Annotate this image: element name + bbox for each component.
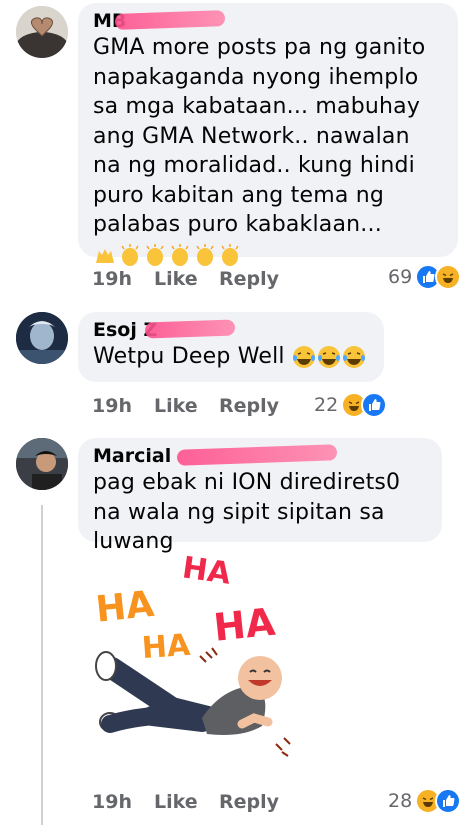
redaction-mark	[114, 10, 226, 30]
reaction-summary[interactable]: 22	[314, 392, 388, 418]
reaction-count: 28	[388, 790, 413, 812]
reply-button[interactable]: Reply	[219, 395, 279, 417]
comment-bubble: Esoj Z Wetpu Deep Well	[78, 312, 384, 382]
comment-actions: 19h Like Reply	[92, 268, 279, 290]
reply-button[interactable]: Reply	[219, 268, 279, 290]
character-avatar-icon	[16, 312, 68, 364]
clapping-hands-icon	[121, 243, 139, 266]
tears-of-joy-icon	[342, 346, 365, 368]
svg-text:HA: HA	[94, 584, 156, 631]
svg-text:HA: HA	[141, 628, 192, 666]
comment-author[interactable]: Marcial	[93, 444, 428, 468]
reaction-count: 22	[314, 394, 339, 416]
svg-text:HA: HA	[212, 600, 278, 650]
tears-of-joy-icon	[292, 346, 315, 368]
haha-sticker[interactable]: HA HA HA HA	[92, 548, 292, 770]
clapping-hands-icon	[171, 243, 189, 266]
laughing-character-sticker-icon: HA HA HA HA	[94, 550, 291, 757]
comment-bubble: MB GMA more posts pa ng ganito napakagan…	[78, 3, 458, 266]
comment-text: GMA more posts pa ng ganito napakaganda …	[93, 33, 444, 269]
reaction-count: 69	[388, 266, 413, 288]
comment-timestamp[interactable]: 19h	[92, 268, 154, 290]
raising-hands-icon	[96, 248, 114, 263]
like-button[interactable]: Like	[154, 268, 219, 290]
haha-reaction-icon	[435, 264, 462, 290]
comment-text: Wetpu Deep Well	[93, 342, 370, 372]
avatar[interactable]	[16, 312, 68, 364]
profile-photo-avatar-icon	[16, 438, 68, 490]
clapping-hands-icon	[196, 243, 214, 266]
tears-of-joy-icon	[317, 346, 340, 368]
avatar[interactable]	[16, 6, 68, 58]
redaction-mark	[144, 319, 236, 339]
like-button[interactable]: Like	[154, 791, 219, 813]
comment-author[interactable]: Esoj Z	[93, 318, 370, 342]
comment-bubble: Marcial pag ebak ni ION diredirets0 na w…	[78, 438, 442, 554]
like-button[interactable]: Like	[154, 395, 219, 417]
emoji-run	[292, 345, 366, 369]
comment-text: pag ebak ni ION diredirets0 na wala ng s…	[93, 470, 401, 554]
comment-actions: 19h Like Reply	[92, 395, 279, 417]
clapping-hands-icon	[146, 243, 164, 266]
emoji-run	[93, 243, 242, 267]
comment-timestamp[interactable]: 19h	[92, 395, 154, 417]
comment-actions: 19h Like Reply	[92, 791, 279, 813]
clapping-hands-icon	[221, 243, 239, 266]
avatar[interactable]	[16, 438, 68, 490]
reply-button[interactable]: Reply	[219, 791, 279, 813]
thread-line	[41, 505, 43, 825]
reaction-summary[interactable]: 69	[388, 264, 462, 290]
comment-author[interactable]: MB	[93, 9, 444, 33]
like-reaction-icon	[361, 392, 388, 418]
comment-timestamp[interactable]: 19h	[92, 791, 154, 813]
reaction-summary[interactable]: 28	[388, 788, 462, 814]
heart-hands-avatar-icon	[16, 6, 68, 58]
svg-text:HA: HA	[180, 550, 234, 591]
redaction-mark	[176, 444, 338, 466]
like-reaction-icon	[435, 788, 462, 814]
